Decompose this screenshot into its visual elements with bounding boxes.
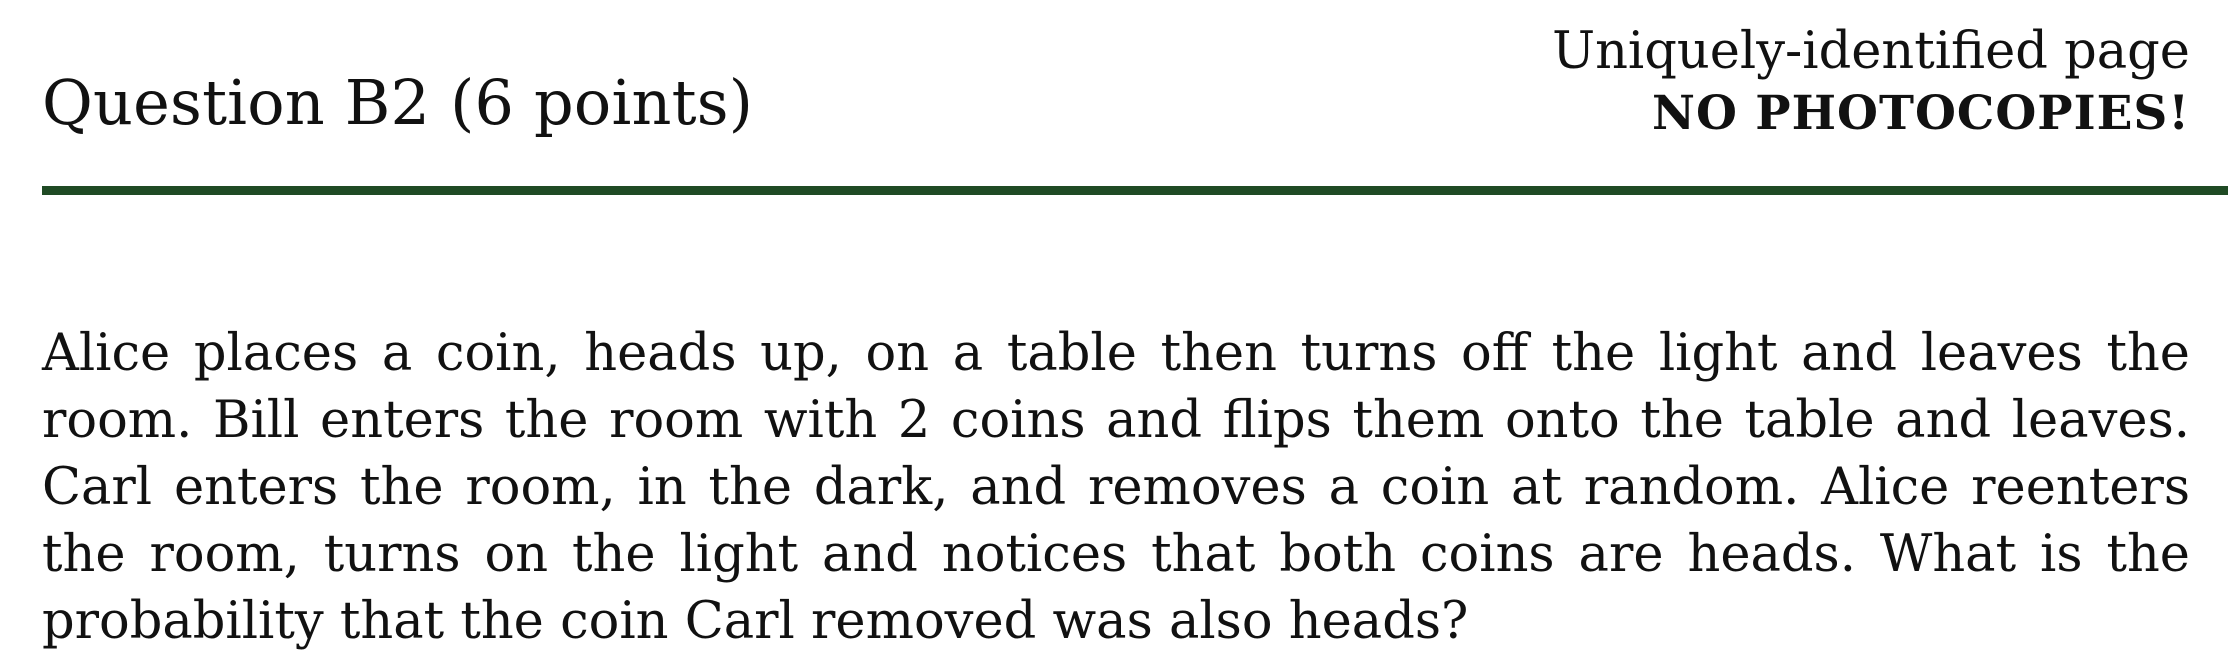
page-header: Question B2 (6 points) Uniquely-identifi… [42, 20, 2190, 141]
header-divider [42, 186, 2228, 195]
question-text: Alice places a coin, heads up, on a tabl… [42, 324, 2190, 651]
page-notice: Uniquely-identified page NO PHOTOCOPIES! [1552, 20, 2190, 144]
exam-page: Question B2 (6 points) Uniquely-identifi… [0, 0, 2232, 666]
no-photocopies-warning: NO PHOTOCOPIES! [1652, 86, 2190, 141]
question-title: Question B2 (6 points) [42, 66, 754, 139]
unique-page-notice: Uniquely-identified page [1552, 22, 2190, 81]
